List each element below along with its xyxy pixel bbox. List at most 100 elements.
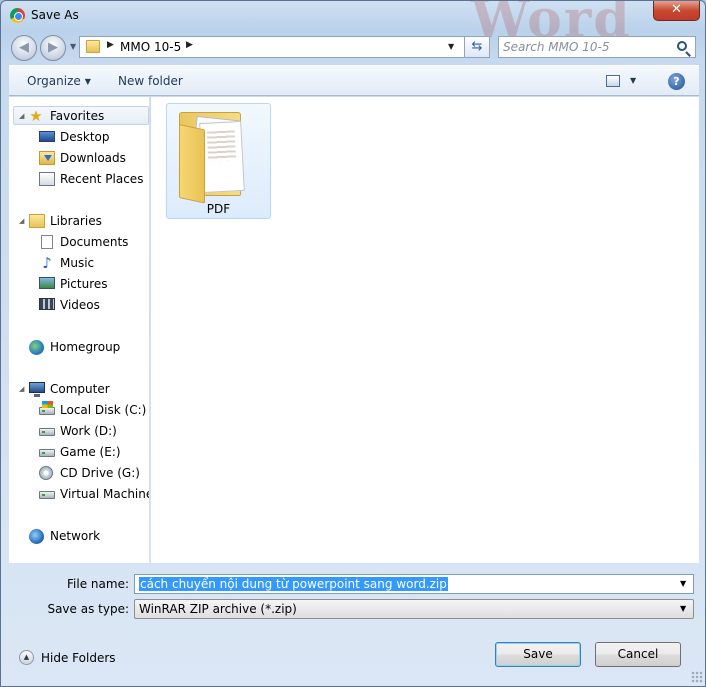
- drive-icon: [39, 491, 55, 499]
- hide-folders-label: Hide Folders: [41, 651, 116, 665]
- navigation-pane[interactable]: ◢ ★ Favorites Desktop Downloads Recent P…: [9, 97, 150, 563]
- star-icon: ★: [29, 107, 43, 125]
- file-list[interactable]: PDF: [151, 97, 699, 563]
- libraries-icon: [29, 214, 45, 228]
- drive-icon: [39, 428, 55, 436]
- nav-computer[interactable]: ◢ Computer: [9, 379, 149, 399]
- collapse-icon[interactable]: ◢: [19, 385, 24, 393]
- nav-recent-places[interactable]: Recent Places: [9, 169, 149, 189]
- file-name-value: cách chuyển nội dung từ powerpoint sang …: [139, 577, 448, 591]
- nav-music[interactable]: ♪ Music: [9, 253, 149, 273]
- refresh-icon: ⇆: [471, 39, 483, 54]
- nav-virtual-machine-label: Virtual Machine (: [60, 487, 150, 501]
- help-icon[interactable]: ?: [668, 73, 685, 90]
- nav-favorites-label: Favorites: [50, 109, 105, 123]
- homegroup-icon: [29, 340, 44, 355]
- folder-paper-decoration: [199, 120, 245, 194]
- save-as-dialog: Save As Word ✕ ◀ ▶ ▼ ▶ MMO 10-5 ▶ ▼ ⇆ Or…: [0, 0, 706, 687]
- collapse-icon[interactable]: ◢: [19, 217, 24, 225]
- folder-icon: [86, 40, 100, 53]
- search-icon[interactable]: [677, 41, 687, 51]
- file-name-label: File name:: [67, 577, 129, 591]
- close-button[interactable]: ✕: [653, 1, 700, 21]
- folder-item-pdf[interactable]: PDF: [166, 103, 271, 219]
- cd-drive-icon: [39, 466, 53, 480]
- nav-videos[interactable]: Videos: [9, 295, 149, 315]
- save-as-type-select[interactable]: WinRAR ZIP archive (*.zip) ▼: [134, 599, 694, 619]
- nav-game-e-label: Game (E:): [60, 445, 121, 459]
- search-input[interactable]: [503, 39, 671, 55]
- recent-pages-dropdown[interactable]: ▼: [70, 42, 76, 51]
- address-dropdown-icon[interactable]: ▼: [448, 42, 454, 51]
- nav-cd-drive-g-label: CD Drive (G:): [60, 466, 140, 480]
- nav-videos-label: Videos: [60, 298, 100, 312]
- new-folder-button[interactable]: New folder: [118, 74, 183, 88]
- refresh-button[interactable]: ⇆: [465, 36, 490, 58]
- save-as-type-label: Save as type:: [47, 602, 129, 616]
- command-bar: Organize ▼ New folder ▼ ?: [9, 65, 699, 96]
- chevron-up-icon: ▲: [19, 650, 34, 665]
- title-bar[interactable]: Save As Word ✕: [1, 1, 705, 50]
- folder-label: PDF: [206, 202, 231, 216]
- nav-desktop[interactable]: Desktop: [9, 127, 149, 147]
- search-box[interactable]: [498, 36, 696, 58]
- save-as-type-value: WinRAR ZIP archive (*.zip): [139, 602, 297, 616]
- file-name-field[interactable]: cách chuyển nội dung từ powerpoint sang …: [134, 574, 694, 594]
- window-title: Save As: [31, 8, 79, 22]
- nav-work-d[interactable]: Work (D:): [9, 421, 149, 441]
- organize-button[interactable]: Organize ▼: [27, 74, 91, 88]
- nav-game-e[interactable]: Game (E:): [9, 442, 149, 462]
- save-button[interactable]: Save: [495, 642, 581, 667]
- nav-homegroup-label: Homegroup: [50, 340, 121, 354]
- nav-pictures[interactable]: Pictures: [9, 274, 149, 294]
- breadcrumb-mmo-10-5[interactable]: MMO 10-5: [120, 40, 181, 54]
- chevron-down-icon[interactable]: ▼: [680, 579, 686, 588]
- chevron-down-icon: ▼: [84, 77, 91, 86]
- desktop-icon: [39, 131, 55, 142]
- back-button[interactable]: ◀: [11, 35, 37, 61]
- downloads-icon: [39, 151, 55, 165]
- nav-local-disk-c-label: Local Disk (C:): [60, 403, 147, 417]
- arrow-left-icon: ◀: [19, 40, 29, 55]
- nav-documents-label: Documents: [60, 235, 129, 249]
- computer-icon: [29, 382, 45, 397]
- breadcrumb-chevron-icon[interactable]: ▶: [107, 40, 114, 50]
- nav-documents[interactable]: Documents: [9, 232, 149, 252]
- nav-local-disk-c[interactable]: Local Disk (C:): [9, 400, 149, 420]
- nav-libraries-label: Libraries: [50, 214, 102, 228]
- recent-places-icon: [39, 172, 55, 186]
- nav-favorites[interactable]: ◢ ★ Favorites: [9, 106, 149, 126]
- nav-network-label: Network: [50, 529, 101, 543]
- nav-homegroup[interactable]: Homegroup: [9, 337, 149, 357]
- nav-work-d-label: Work (D:): [60, 424, 117, 438]
- nav-network[interactable]: Network: [9, 526, 149, 546]
- videos-icon: [39, 298, 55, 310]
- collapse-icon[interactable]: ◢: [19, 112, 24, 120]
- pictures-icon: [39, 277, 55, 289]
- drive-icon: [39, 449, 55, 457]
- system-drive-icon: [39, 401, 55, 415]
- nav-cd-drive-g[interactable]: CD Drive (G:): [9, 463, 149, 483]
- nav-recent-places-label: Recent Places: [60, 172, 144, 186]
- breadcrumb-chevron-icon[interactable]: ▶: [186, 40, 193, 50]
- nav-pictures-label: Pictures: [60, 277, 108, 291]
- nav-downloads[interactable]: Downloads: [9, 148, 149, 168]
- chrome-app-icon: [10, 8, 25, 23]
- nav-desktop-label: Desktop: [60, 130, 110, 144]
- forward-button[interactable]: ▶: [40, 35, 66, 61]
- chevron-down-icon[interactable]: ▼: [680, 604, 686, 613]
- nav-virtual-machine[interactable]: Virtual Machine (: [9, 484, 149, 504]
- change-view-icon[interactable]: [606, 75, 620, 87]
- address-bar[interactable]: ▶ MMO 10-5 ▶ ▼: [79, 36, 465, 58]
- view-options-dropdown[interactable]: ▼: [630, 76, 636, 85]
- music-icon: ♪: [42, 254, 52, 272]
- close-icon: ✕: [671, 2, 682, 17]
- resize-grip[interactable]: [691, 671, 703, 683]
- nav-computer-label: Computer: [50, 382, 110, 396]
- cancel-button[interactable]: Cancel: [595, 642, 681, 667]
- nav-libraries[interactable]: ◢ Libraries: [9, 211, 149, 231]
- nav-music-label: Music: [60, 256, 95, 270]
- folder-front-decoration: [179, 124, 205, 204]
- organize-label: Organize: [27, 74, 81, 88]
- arrow-right-icon: ▶: [48, 40, 58, 55]
